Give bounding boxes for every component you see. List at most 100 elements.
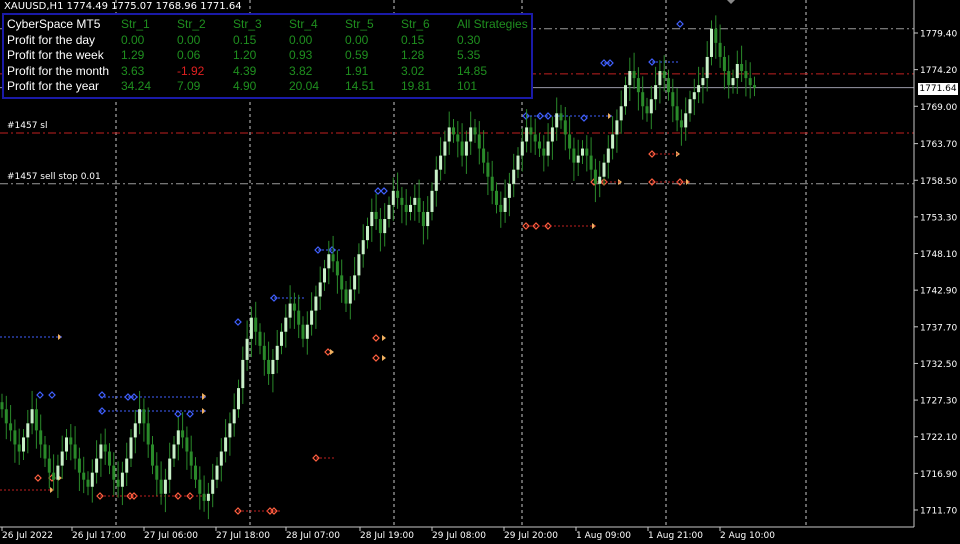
candle-body [258, 331, 262, 346]
candle-body [275, 345, 279, 360]
candle-body [443, 141, 447, 156]
candle-body [189, 451, 193, 466]
candle-body [697, 85, 701, 93]
candle-body [456, 134, 460, 142]
order-sell-stop-label: #1457 sell stop 0.01 [7, 172, 101, 182]
price-tick-label: 1737.70 [920, 323, 957, 333]
candle-body [241, 359, 245, 389]
price-tick-label: 1763.70 [920, 140, 957, 150]
candle-body [206, 493, 210, 501]
candle-body [409, 204, 412, 212]
profit-cell: 0.06 [177, 48, 201, 63]
candle-body [572, 148, 576, 163]
candle-body [482, 148, 486, 163]
candle-body [486, 162, 490, 177]
candle-body [490, 176, 494, 191]
candle-body [267, 359, 271, 375]
order-marker-icon [174, 410, 182, 418]
candle-body [60, 451, 64, 466]
candle-body [589, 155, 593, 170]
candle-body [714, 28, 718, 43]
profit-cell: 7.09 [177, 79, 201, 94]
candle-body [615, 120, 619, 135]
candle-body [413, 197, 417, 205]
time-tick-label: 26 Jul 17:00 [72, 531, 126, 540]
col-header: All Strategies [457, 17, 528, 32]
candle-body [735, 64, 739, 79]
candle-body [82, 472, 86, 480]
time-tick-label: 27 Jul 18:00 [216, 531, 270, 540]
candle-body [628, 71, 632, 86]
candle-body [335, 261, 339, 276]
candle-body [185, 437, 189, 452]
candle-body [108, 451, 111, 466]
candle-body [426, 211, 430, 227]
profit-cell-total: 101 [457, 79, 478, 94]
candle-body [198, 479, 202, 494]
candle-body [155, 465, 159, 480]
price-tick-label: 1722.10 [920, 433, 957, 443]
profit-cell: 0.15 [233, 32, 257, 47]
candle-body [740, 64, 744, 72]
row-label: Profit for the week [7, 48, 104, 63]
profit-cell: 0.59 [345, 48, 369, 63]
profit-cell: 4.90 [233, 79, 257, 94]
candle-body [447, 127, 451, 142]
candle-body [370, 211, 374, 227]
price-tick-label: 1769.00 [920, 103, 957, 113]
col-header: Str_2 [177, 17, 206, 32]
order-marker-icon [380, 187, 388, 195]
order-tail-icon [330, 349, 334, 355]
order-marker-icon [48, 391, 56, 399]
candle-body [254, 317, 258, 332]
candle-body [692, 92, 696, 100]
scroll-marker-icon[interactable] [727, 0, 735, 4]
profit-cell: 3.63 [121, 63, 145, 78]
candle-body [194, 465, 197, 480]
time-tick-label: 2 Aug 10:00 [720, 531, 775, 540]
col-header: Str_6 [401, 17, 430, 32]
profit-table: CyberSpace MT5 Str_1 Str_2 Str_3 Str_4 S… [7, 17, 528, 95]
candle-body [645, 106, 649, 114]
candle-body [56, 465, 60, 480]
candle-body [598, 176, 602, 184]
candle-body [473, 127, 477, 135]
row-label: Profit for the day [7, 32, 96, 47]
price-tick-label: 1711.70 [920, 507, 957, 517]
profit-cell: 0.00 [345, 32, 369, 47]
candle-body [636, 78, 640, 93]
candle-body [684, 113, 688, 128]
candle-body [611, 134, 615, 149]
candle-body [667, 78, 670, 93]
candle-body [400, 197, 404, 205]
profit-cell-negative: -1.92 [177, 63, 205, 78]
candle-body [439, 155, 443, 170]
col-header: Str_5 [345, 17, 374, 32]
order-marker-icon [676, 20, 684, 28]
candle-body [430, 190, 434, 212]
candle-body [340, 275, 344, 290]
candle-body [228, 423, 232, 438]
candle-body [383, 219, 387, 234]
candle-body [378, 219, 382, 234]
order-marker-icon [234, 318, 242, 326]
candle-body [249, 317, 253, 339]
profit-cell: 14.51 [345, 79, 376, 94]
candle-body [671, 92, 675, 107]
candle-body [585, 148, 589, 156]
candle-body [357, 254, 361, 276]
order-marker-icon [374, 187, 382, 195]
candle-body [331, 254, 335, 262]
profit-cell: 1.91 [345, 63, 369, 78]
candle-body [533, 134, 537, 142]
candle-body [4, 409, 8, 424]
profit-cell: 19.81 [401, 79, 432, 94]
profit-cell: 1.20 [233, 48, 257, 63]
candle-body [529, 127, 533, 135]
candle-body [77, 458, 81, 473]
order-marker-icon [34, 474, 42, 482]
candle-body [65, 437, 68, 452]
candle-body [748, 78, 752, 86]
candle-body [654, 85, 658, 100]
candle-body [361, 240, 365, 255]
